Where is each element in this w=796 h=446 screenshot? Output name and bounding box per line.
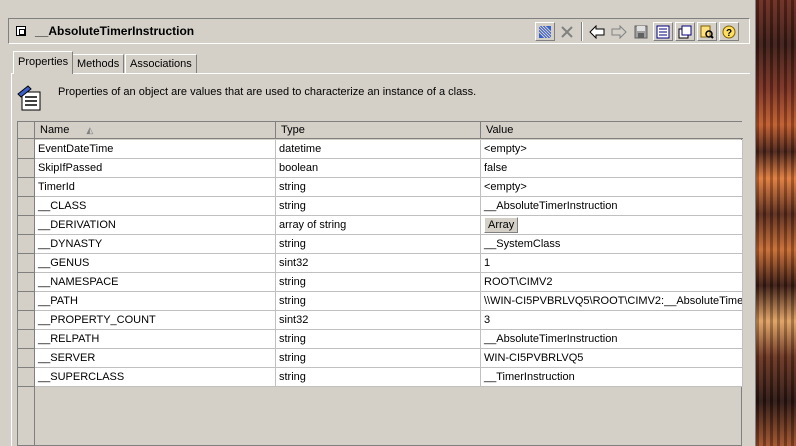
property-value-cell[interactable]: __SystemClass (481, 235, 743, 254)
property-value-cell[interactable]: 3 (481, 311, 743, 330)
column-header-name-label: Name (40, 124, 70, 136)
info-text: Properties of an object are values that … (58, 86, 477, 98)
property-type-cell[interactable]: sint32 (276, 254, 481, 273)
object-title: __AbsoluteTimerInstruction (35, 24, 195, 38)
property-value-cell[interactable]: <empty> (481, 140, 743, 159)
object-icon (16, 26, 26, 36)
header-corner (18, 122, 35, 138)
row-selector[interactable] (18, 330, 35, 349)
svg-text:?: ? (726, 28, 732, 39)
row-selector[interactable] (18, 368, 35, 387)
forward-icon[interactable] (609, 22, 629, 41)
table-row[interactable]: SkipIfPassed boolean false (18, 159, 743, 178)
property-value-cell[interactable]: __TimerInstruction (481, 368, 743, 387)
property-type-cell[interactable]: string (276, 330, 481, 349)
row-selector[interactable] (18, 349, 35, 368)
property-value-cell[interactable]: __AbsoluteTimerInstruction (481, 330, 743, 349)
row-selector[interactable] (18, 273, 35, 292)
property-name-cell[interactable]: __SUPERCLASS (35, 368, 276, 387)
table-row[interactable]: EventDateTime datetime <empty> (18, 140, 743, 159)
delete-icon[interactable] (557, 22, 577, 41)
grid-header: Name ◭ Type Value (18, 122, 743, 139)
save-icon[interactable] (631, 22, 651, 41)
property-type-cell[interactable]: string (276, 197, 481, 216)
property-name-cell[interactable]: __GENUS (35, 254, 276, 273)
property-type-cell[interactable]: array of string (276, 216, 481, 235)
window-border (750, 0, 756, 446)
property-name-cell[interactable]: __DYNASTY (35, 235, 276, 254)
table-row[interactable]: __DERIVATION array of string Array (18, 216, 743, 235)
row-selector[interactable] (18, 178, 35, 197)
property-value-cell[interactable]: false (481, 159, 743, 178)
column-header-name[interactable]: Name ◭ (35, 122, 276, 138)
class-view-icon[interactable] (675, 22, 695, 41)
property-value-cell[interactable]: Array (481, 216, 743, 235)
array-button[interactable]: Array (484, 217, 519, 233)
table-row[interactable]: __PATH string \\WIN-CI5PVBRLVQ5\ROOT\CIMV2… (18, 292, 743, 311)
property-value-cell[interactable]: __AbsoluteTimerInstruction (481, 197, 743, 216)
property-type-cell[interactable]: string (276, 292, 481, 311)
table-row[interactable]: __CLASS string __AbsoluteTimerInstruction (18, 197, 743, 216)
property-type-cell[interactable]: string (276, 273, 481, 292)
column-header-type[interactable]: Type (276, 122, 481, 138)
column-header-value[interactable]: Value (481, 122, 743, 138)
table-row[interactable]: __RELPATH string __AbsoluteTimerInstructio… (18, 330, 743, 349)
mof-view-icon[interactable] (653, 22, 673, 41)
row-selector[interactable] (18, 197, 35, 216)
save-object-icon[interactable] (535, 22, 555, 41)
row-selector[interactable] (18, 254, 35, 273)
tab-associations[interactable]: Associations (125, 54, 197, 73)
tab-properties[interactable]: Properties (13, 51, 74, 74)
property-name-cell[interactable]: EventDateTime (35, 140, 276, 159)
table-row[interactable]: __NAMESPACE string ROOT\CIMV2 (18, 273, 743, 292)
table-row[interactable]: __SUPERCLASS string __TimerInstruction (18, 368, 743, 387)
row-selector[interactable] (18, 311, 35, 330)
property-value-cell[interactable]: <empty> (481, 178, 743, 197)
property-name-cell[interactable]: __PROPERTY_COUNT (35, 311, 276, 330)
property-value-cell[interactable]: \\WIN-CI5PVBRLVQ5\ROOT\CIMV2:__AbsoluteT… (481, 292, 743, 311)
row-selector[interactable] (18, 159, 35, 178)
back-icon[interactable] (587, 22, 607, 41)
object-title-bar: __AbsoluteTimerInstruction ? (8, 18, 750, 44)
property-value-cell[interactable]: ROOT\CIMV2 (481, 273, 743, 292)
row-selector[interactable] (18, 292, 35, 311)
property-type-cell[interactable]: string (276, 178, 481, 197)
property-name-cell[interactable]: __NAMESPACE (35, 273, 276, 292)
property-name-cell[interactable]: TimerId (35, 178, 276, 197)
properties-list-icon (16, 84, 44, 112)
help-icon[interactable]: ? (719, 22, 739, 41)
table-row[interactable]: __GENUS sint32 1 (18, 254, 743, 273)
table-row[interactable]: TimerId string <empty> (18, 178, 743, 197)
table-row[interactable]: __DYNASTY string __SystemClass (18, 235, 743, 254)
row-selector[interactable] (18, 235, 35, 254)
browse-icon[interactable] (697, 22, 717, 41)
property-type-cell[interactable]: datetime (276, 140, 481, 159)
property-type-cell[interactable]: string (276, 368, 481, 387)
row-selector[interactable] (18, 140, 35, 159)
desktop-background (756, 0, 796, 446)
property-name-cell[interactable]: __CLASS (35, 197, 276, 216)
property-value-cell[interactable]: 1 (481, 254, 743, 273)
table-row[interactable]: __SERVER string WIN-CI5PVBRLVQ5 (18, 349, 743, 368)
properties-grid: Name ◭ Type Value EventDateTime datetime <… (17, 121, 743, 446)
property-type-cell[interactable]: string (276, 235, 481, 254)
property-name-cell[interactable]: __SERVER (35, 349, 276, 368)
property-name-cell[interactable]: __PATH (35, 292, 276, 311)
tab-methods[interactable]: Methods (72, 54, 125, 73)
property-name-cell[interactable]: __DERIVATION (35, 216, 276, 235)
table-row[interactable]: __PROPERTY_COUNT sint32 3 (18, 311, 743, 330)
property-type-cell[interactable]: string (276, 349, 481, 368)
property-type-cell[interactable]: sint32 (276, 311, 481, 330)
sort-icon: ◭ (86, 125, 94, 135)
property-name-cell[interactable]: __RELPATH (35, 330, 276, 349)
property-value-cell[interactable]: WIN-CI5PVBRLVQ5 (481, 349, 743, 368)
property-name-cell[interactable]: SkipIfPassed (35, 159, 276, 178)
property-type-cell[interactable]: boolean (276, 159, 481, 178)
row-selector[interactable] (18, 216, 35, 235)
